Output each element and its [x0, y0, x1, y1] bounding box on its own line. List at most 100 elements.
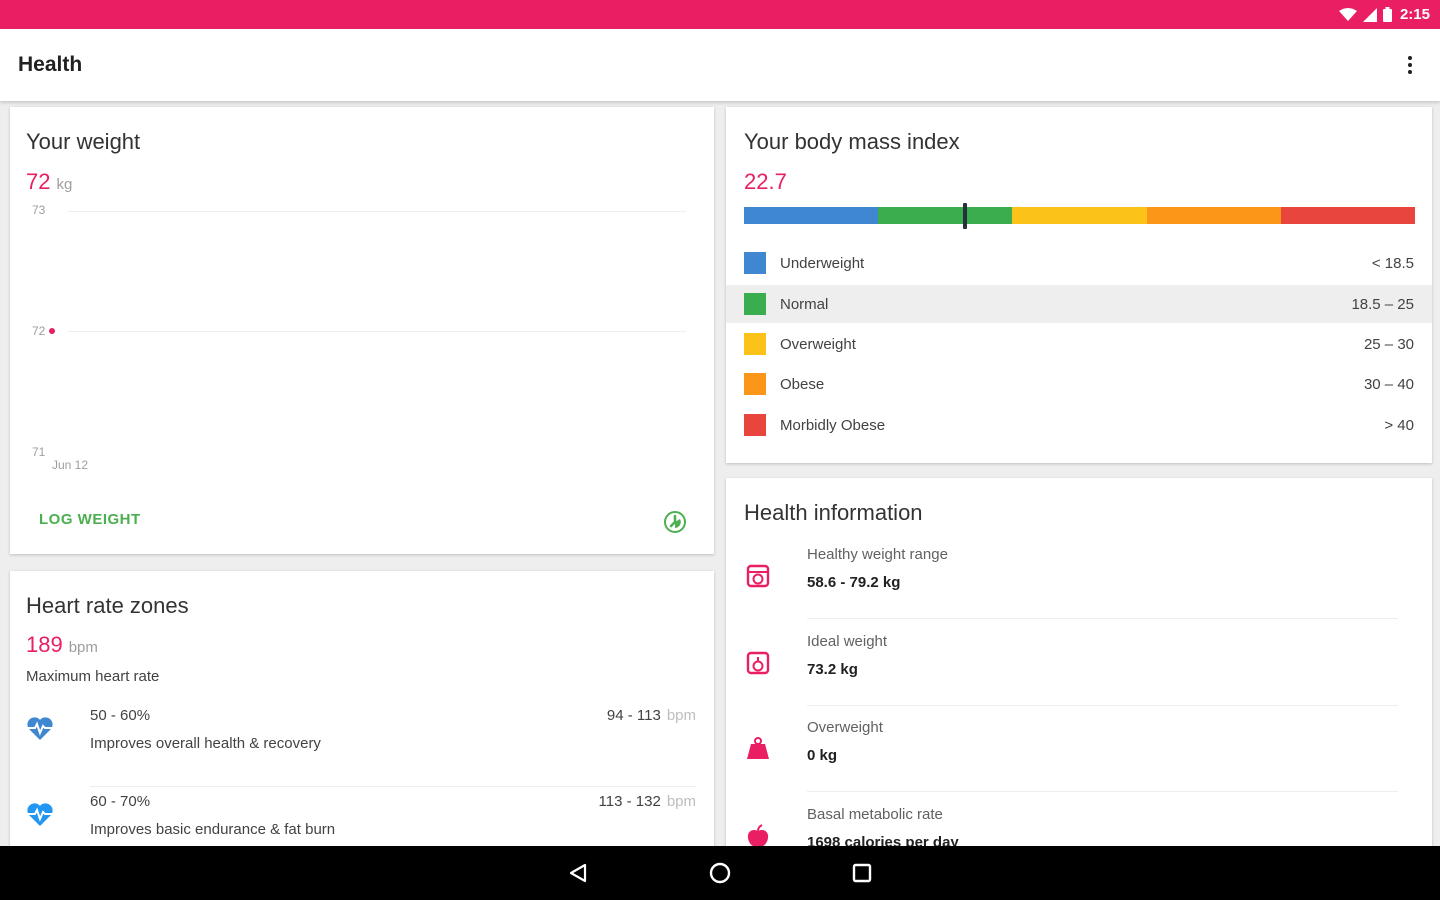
zone-percentage: 60 - 70%	[90, 793, 151, 810]
heart-rate-caption: Maximum heart rate	[26, 668, 160, 685]
bmi-segment	[1146, 207, 1281, 224]
recents-square-icon	[852, 863, 872, 883]
bmi-segment	[1012, 207, 1147, 224]
zone-bpm-unit: bpm	[666, 707, 696, 724]
bmi-range: 30 – 40	[1363, 375, 1414, 393]
content-area[interactable]: Your weight 72 kg 73 72 71 Jun 12 LOG WEI…	[0, 101, 1440, 846]
weight-tick-71: 71	[32, 445, 46, 459]
bmi-label: Overweight	[780, 335, 856, 353]
info-item-ideal-weight[interactable]: Ideal weight 73.2 kg	[726, 633, 1432, 720]
bmi-swatch	[744, 373, 766, 395]
zone-bpm-range: 113 - 132 bpm	[599, 793, 696, 810]
info-item-overweight[interactable]: Overweight 0 kg	[726, 719, 1432, 806]
weight-gridline	[68, 211, 686, 212]
bmi-range: 18.5 – 25	[1351, 295, 1414, 313]
status-time: 2:15	[1399, 6, 1430, 23]
health-info-card: Health information Healthy weight range …	[726, 478, 1432, 846]
info-label: Basal metabolic rate	[807, 806, 943, 823]
bmi-scale-bar	[744, 207, 1416, 224]
bmi-swatch	[744, 252, 766, 274]
info-label: Healthy weight range	[807, 546, 948, 563]
back-triangle-icon	[569, 863, 587, 883]
history-icon	[664, 511, 686, 533]
heart-pulse-icon	[27, 803, 53, 826]
back-button[interactable]	[562, 857, 594, 889]
bmi-row-overweight: Overweight 25 – 30	[726, 325, 1432, 363]
bmi-row-underweight: Underweight < 18.5	[726, 244, 1432, 282]
heart-card-title: Heart rate zones	[26, 593, 189, 618]
heart-zone-row[interactable]: 50 - 60% Improves overall health & recov…	[10, 701, 714, 787]
page-title: Health	[18, 53, 83, 76]
weight-card-title: Your weight	[26, 129, 141, 154]
weight-history-button[interactable]	[660, 507, 690, 537]
bmi-row-normal: Normal 18.5 – 25	[726, 285, 1432, 323]
zone-description: Improves basic endurance & fat burn	[90, 821, 336, 838]
zone-bpm-unit: bpm	[666, 793, 696, 810]
status-bar: 2:15	[0, 0, 1440, 29]
overflow-menu-button[interactable]	[1398, 45, 1422, 85]
bmi-label: Obese	[780, 375, 825, 393]
weight-x-label: Jun 12	[52, 458, 89, 472]
heart-rate-number: 189	[26, 632, 63, 657]
bmi-row-morbidly-obese: Morbidly Obese > 40	[726, 406, 1432, 444]
more-vert-icon	[1408, 56, 1412, 74]
bmi-range: > 40	[1384, 416, 1414, 434]
zone-description: Improves overall health & recovery	[90, 735, 321, 752]
weight-data-point[interactable]	[49, 328, 55, 334]
bmi-swatch	[744, 414, 766, 436]
info-label: Overweight	[807, 719, 883, 736]
info-card-title: Health information	[744, 500, 923, 525]
max-heart-rate-value: 189 bpm	[26, 632, 98, 658]
info-value: 0 kg	[807, 747, 838, 764]
info-item-healthy-weight-range[interactable]: Healthy weight range 58.6 - 79.2 kg	[726, 546, 1432, 633]
weight-unit: kg	[56, 176, 73, 193]
bmi-label: Underweight	[780, 254, 865, 272]
heart-zone-row[interactable]: 60 - 70% Improves basic endurance & fat …	[10, 787, 714, 846]
heart-rate-card: Heart rate zones 189 bpm Maximum heart ra…	[10, 571, 714, 846]
bmi-card: Your body mass index 22.7 Underweight < …	[726, 107, 1432, 463]
bmi-marker	[962, 203, 967, 229]
bmi-label: Morbidly Obese	[780, 416, 886, 434]
weight-number: 72	[26, 169, 51, 194]
recents-button[interactable]	[846, 857, 878, 889]
heart-pulse-icon	[27, 717, 53, 740]
scale-check-icon	[746, 651, 770, 675]
zone-bpm-value: 94 - 113	[606, 707, 661, 724]
bmi-card-title: Your body mass index	[744, 129, 960, 154]
navigation-bar	[0, 846, 1440, 900]
bmi-segment	[878, 207, 1013, 224]
bmi-range: 25 – 30	[1363, 335, 1414, 353]
bmi-segment	[1280, 207, 1416, 224]
weight-icon	[747, 737, 769, 759]
zone-percentage: 50 - 60%	[90, 707, 151, 724]
zone-bpm-value: 113 - 132	[598, 793, 661, 810]
zone-bpm-range: 94 - 113 bpm	[607, 707, 696, 724]
bmi-swatch	[744, 333, 766, 355]
bmi-label: Normal	[780, 295, 829, 313]
info-item-basal-metabolic-rate[interactable]: Basal metabolic rate 1698 calories per d…	[726, 806, 1432, 846]
info-value: 73.2 kg	[807, 661, 858, 678]
app-bar: Health	[0, 29, 1440, 101]
scale-icon	[746, 564, 770, 588]
log-weight-button[interactable]: LOG WEIGHT	[39, 511, 141, 528]
info-value: 1698 calories per day	[807, 834, 959, 846]
bmi-segment	[744, 207, 879, 224]
weight-card: Your weight 72 kg 73 72 71 Jun 12 LOG WEI…	[10, 107, 714, 554]
signal-icon	[1362, 7, 1377, 22]
home-button[interactable]	[704, 857, 736, 889]
wifi-icon	[1338, 7, 1357, 22]
battery-icon	[1382, 7, 1392, 22]
info-value: 58.6 - 79.2 kg	[807, 574, 901, 591]
bmi-swatch	[744, 293, 766, 315]
home-circle-icon	[709, 862, 731, 884]
divider	[807, 791, 1398, 792]
apple-icon	[747, 824, 769, 846]
bmi-row-obese: Obese 30 – 40	[726, 365, 1432, 403]
bmi-value: 22.7	[744, 169, 787, 194]
divider	[807, 618, 1398, 619]
info-label: Ideal weight	[807, 633, 888, 650]
heart-rate-unit: bpm	[68, 639, 98, 656]
weight-tick-72: 72	[32, 324, 46, 338]
weight-tick-73: 73	[32, 203, 46, 217]
divider	[807, 705, 1398, 706]
